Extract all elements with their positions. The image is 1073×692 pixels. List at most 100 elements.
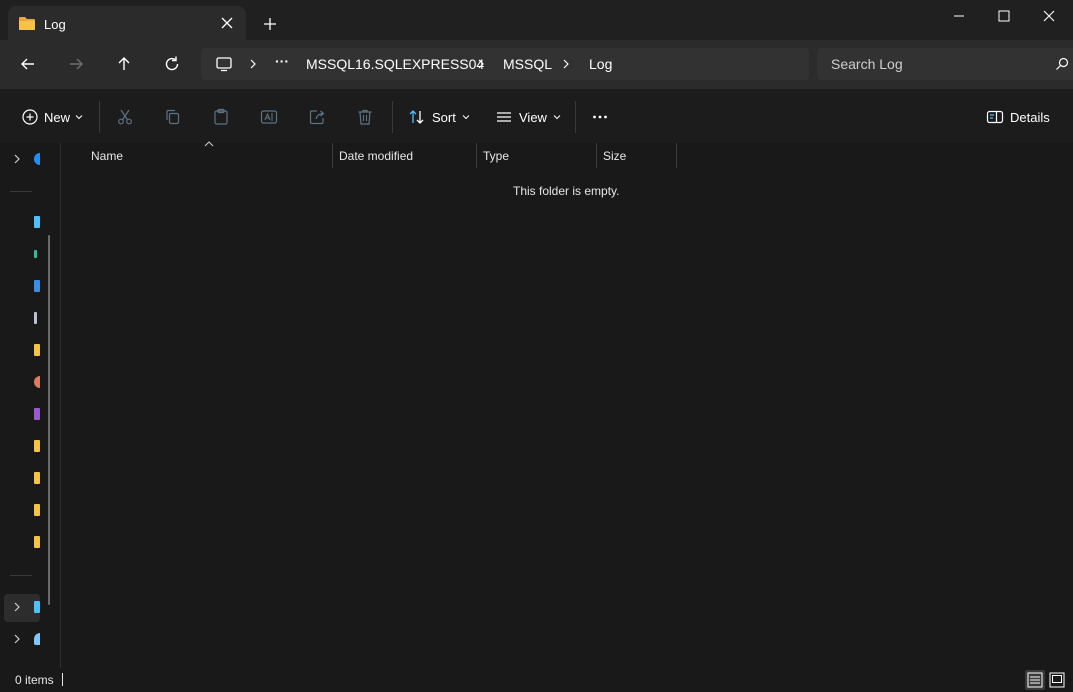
folder-icon xyxy=(34,344,40,356)
search-input[interactable]: Search Log xyxy=(831,56,903,72)
toolbar-separator xyxy=(575,101,576,133)
sidebar-item[interactable] xyxy=(0,499,60,521)
view-label: View xyxy=(519,109,547,125)
forward-arrow-icon xyxy=(66,54,86,74)
item-count: 0 items xyxy=(15,673,54,687)
title-bar: Log xyxy=(0,0,1073,40)
breadcrumb-item[interactable]: MSSQL16.SQLEXPRESS04 xyxy=(306,56,484,72)
music-icon xyxy=(34,376,40,388)
minimize-icon[interactable] xyxy=(951,8,967,24)
up-arrow-icon[interactable] xyxy=(114,54,134,74)
pictures-icon xyxy=(34,312,37,324)
status-divider xyxy=(62,673,63,686)
column-header-name[interactable]: Name xyxy=(61,143,333,169)
delete-button xyxy=(356,107,374,127)
column-header-label: Type xyxy=(483,149,510,163)
sidebar-item-this-pc[interactable] xyxy=(0,596,60,618)
column-header-size[interactable]: Size xyxy=(597,143,677,169)
details-label: Details xyxy=(1010,109,1050,125)
copy-icon xyxy=(164,108,182,126)
toolbar-separator xyxy=(392,101,393,133)
folder-icon xyxy=(34,440,40,452)
sidebar-item[interactable] xyxy=(0,467,60,489)
cut-button xyxy=(116,107,134,127)
trash-icon xyxy=(356,108,374,126)
chevron-down-icon xyxy=(75,113,83,121)
column-header-date-modified[interactable]: Date modified xyxy=(333,143,477,169)
maximize-icon[interactable] xyxy=(996,8,1012,24)
share-button xyxy=(308,107,326,127)
close-window-icon[interactable] xyxy=(1041,8,1057,24)
sidebar-item[interactable] xyxy=(0,371,60,393)
folder-icon xyxy=(18,15,36,31)
status-bar: 0 items xyxy=(0,668,1073,692)
chevron-right-icon[interactable] xyxy=(247,55,259,73)
sidebar-item-network[interactable] xyxy=(0,628,60,650)
file-list: Name Date modified Type Size This folder… xyxy=(61,141,1073,668)
search-icon[interactable] xyxy=(1055,57,1069,71)
plus-circle-icon xyxy=(22,109,38,125)
chevron-right-icon[interactable] xyxy=(12,601,22,613)
breadcrumb-overflow[interactable]: ··· xyxy=(275,53,289,69)
sidebar-divider xyxy=(10,191,32,192)
scissors-icon xyxy=(116,108,134,126)
details-pane-icon xyxy=(986,108,1004,126)
column-header-type[interactable]: Type xyxy=(477,143,597,169)
folder-icon xyxy=(34,504,40,516)
sidebar-item[interactable] xyxy=(0,435,60,457)
details-view-icon[interactable] xyxy=(1025,670,1045,690)
large-icons-view-icon[interactable] xyxy=(1047,670,1067,690)
column-resize-handle[interactable] xyxy=(676,143,677,168)
chevron-right-icon[interactable] xyxy=(12,153,22,165)
toolbar-separator xyxy=(99,101,100,133)
sort-arrows-icon xyxy=(408,108,426,126)
chevron-right-icon[interactable] xyxy=(475,55,487,73)
details-button[interactable]: Details xyxy=(986,107,1050,127)
tab-log[interactable]: Log xyxy=(8,6,246,40)
breadcrumb-item[interactable]: MSSQL xyxy=(503,56,552,72)
sidebar-item[interactable] xyxy=(0,339,60,361)
downloads-icon xyxy=(34,250,37,258)
list-view-icon xyxy=(495,108,513,126)
sidebar-item[interactable] xyxy=(0,307,60,329)
desktop-icon xyxy=(34,216,40,228)
more-ellipsis-icon xyxy=(591,108,609,126)
more-options-button[interactable] xyxy=(591,107,609,127)
sidebar-item-home[interactable] xyxy=(0,148,60,170)
refresh-icon[interactable] xyxy=(162,54,182,74)
sidebar-item[interactable] xyxy=(0,403,60,425)
breadcrumb-current[interactable]: Log xyxy=(589,56,612,72)
folder-icon xyxy=(34,472,40,484)
sidebar-item[interactable] xyxy=(0,531,60,553)
chevron-down-icon xyxy=(553,113,561,121)
address-bar[interactable]: ··· MSSQL16.SQLEXPRESS04 MSSQL Log xyxy=(201,48,809,80)
new-button[interactable]: New xyxy=(22,107,83,127)
sidebar-divider xyxy=(10,575,32,576)
column-header-label: Date modified xyxy=(339,149,414,163)
empty-folder-message: This folder is empty. xyxy=(513,184,620,198)
sort-button[interactable]: Sort xyxy=(408,107,470,127)
documents-icon xyxy=(34,280,40,292)
column-header-label: Name xyxy=(91,149,124,163)
this-pc-icon[interactable] xyxy=(215,55,233,73)
new-tab-icon[interactable] xyxy=(262,16,278,32)
new-label: New xyxy=(44,109,71,125)
sidebar-item[interactable] xyxy=(0,275,60,297)
folder-icon xyxy=(34,536,40,548)
videos-icon xyxy=(34,408,40,420)
sidebar-scrollbar[interactable] xyxy=(48,235,50,605)
sidebar-item[interactable] xyxy=(0,211,60,233)
sidebar-item[interactable] xyxy=(0,243,60,265)
close-tab-icon[interactable] xyxy=(220,16,234,30)
clipboard-icon xyxy=(212,108,230,126)
chevron-right-icon[interactable] xyxy=(560,55,572,73)
back-arrow-icon[interactable] xyxy=(18,54,38,74)
sort-label: Sort xyxy=(432,109,456,125)
this-pc-icon xyxy=(34,601,40,613)
chevron-right-icon[interactable] xyxy=(12,633,22,645)
rename-icon xyxy=(260,108,278,126)
navigation-bar: ··· MSSQL16.SQLEXPRESS04 MSSQL Log Searc… xyxy=(0,40,1073,88)
network-icon xyxy=(34,633,40,645)
view-button[interactable]: View xyxy=(495,107,561,127)
search-box[interactable]: Search Log xyxy=(817,48,1073,80)
